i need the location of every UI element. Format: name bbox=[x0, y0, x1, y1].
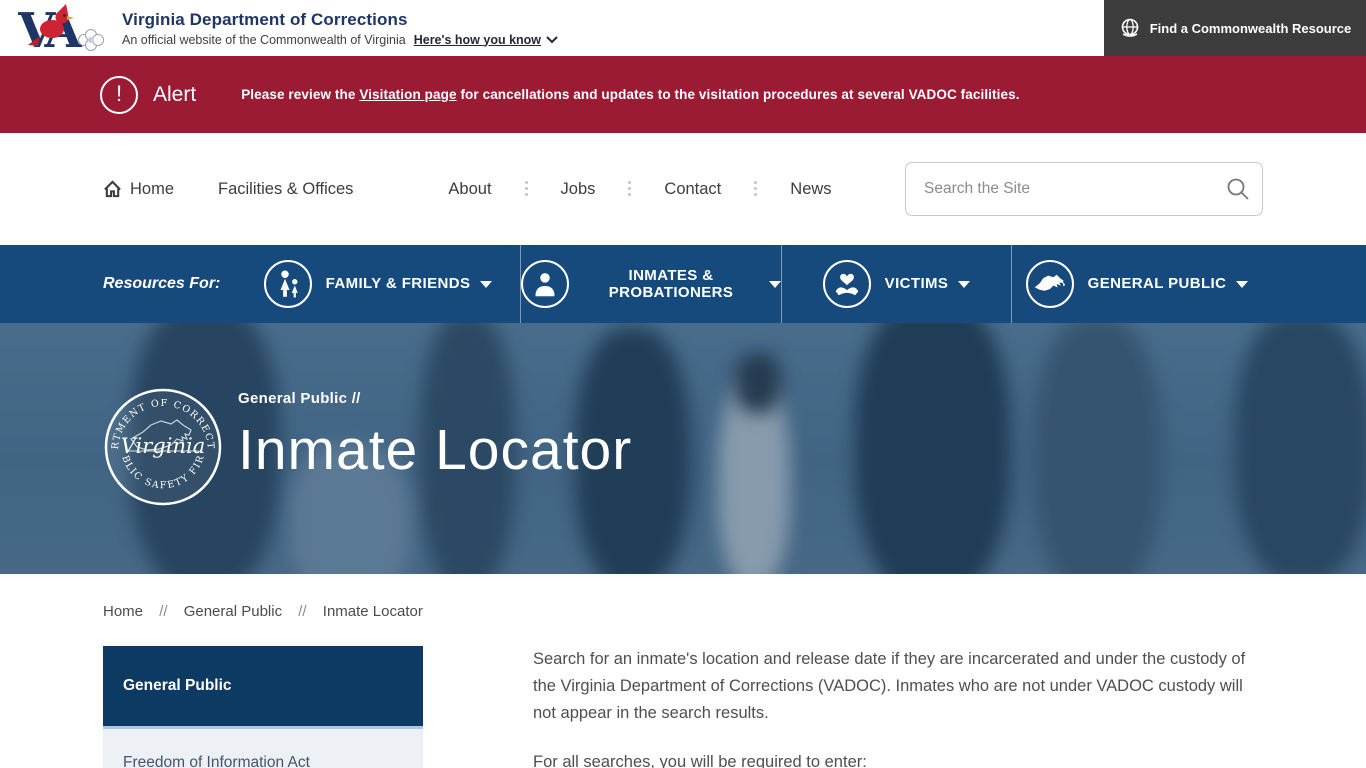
sidebar-item-general-public[interactable]: General Public bbox=[103, 646, 423, 729]
seal-middle-text: Virginia bbox=[121, 434, 205, 458]
resources-family-friends-label: FAMILY & FRIENDS bbox=[326, 275, 471, 292]
breadcrumb-separator: // bbox=[159, 603, 167, 620]
breadcrumb-general-public[interactable]: General Public bbox=[184, 603, 282, 620]
globe-icon bbox=[1119, 17, 1141, 39]
sidebar-list: Freedom of Information Act bbox=[103, 729, 423, 768]
resources-for-bar: Resources For: FAMILY & FRIENDS INMATES … bbox=[0, 245, 1366, 323]
nav-about[interactable]: About bbox=[448, 180, 491, 199]
nav-news[interactable]: News bbox=[790, 180, 831, 199]
alert-icon: ! bbox=[100, 76, 138, 114]
resource-button-label: Find a Commonwealth Resource bbox=[1150, 21, 1352, 36]
nav-contact[interactable]: Contact bbox=[664, 180, 721, 199]
main-column: Search for an inmate's location and rele… bbox=[533, 646, 1257, 768]
sidebar-item-foia[interactable]: Freedom of Information Act bbox=[123, 754, 403, 768]
alert-label: Alert bbox=[153, 83, 196, 107]
chevron-down-icon bbox=[480, 281, 492, 288]
breadcrumb-home[interactable]: Home bbox=[103, 603, 143, 620]
visitation-page-link[interactable]: Visitation page bbox=[359, 87, 456, 102]
site-search bbox=[905, 162, 1263, 216]
family-icon bbox=[264, 260, 312, 308]
find-commonwealth-resource-button[interactable]: Find a Commonwealth Resource bbox=[1104, 0, 1366, 56]
resources-for-label: Resources For: bbox=[0, 245, 236, 323]
sidebar: General Public Freedom of Information Ac… bbox=[103, 646, 423, 768]
resources-inmates-probationers[interactable]: INMATES & PROBATIONERS bbox=[520, 245, 782, 323]
page-title: Inmate Locator bbox=[238, 417, 632, 483]
nav-divider-dots bbox=[628, 181, 631, 184]
breadcrumb-separator: // bbox=[298, 603, 306, 620]
nav-home[interactable]: Home bbox=[103, 180, 174, 199]
va-logo-icon: VA bbox=[18, 2, 106, 54]
resources-general-public[interactable]: GENERAL PUBLIC bbox=[1012, 245, 1262, 323]
resources-general-public-label: GENERAL PUBLIC bbox=[1088, 275, 1227, 292]
hero-banner: DEPARTMENT OF CORRECTIONS PUBLIC SAFETY … bbox=[0, 323, 1366, 574]
nav-divider-dots bbox=[754, 181, 757, 184]
intro-paragraph: Search for an inmate's location and rele… bbox=[533, 646, 1257, 727]
official-website-text: An official website of the Commonwealth … bbox=[122, 33, 406, 47]
breadcrumb: Home // General Public // Inmate Locator bbox=[0, 574, 1366, 620]
hands-heart-icon bbox=[823, 260, 871, 308]
resources-victims-label: VICTIMS bbox=[885, 275, 949, 292]
chevron-down-icon bbox=[1236, 281, 1248, 288]
virginia-state-icon bbox=[1026, 260, 1074, 308]
person-icon bbox=[521, 260, 569, 308]
nav-jobs[interactable]: Jobs bbox=[561, 180, 596, 199]
main-navigation: Home Facilities & Offices About Jobs Con… bbox=[0, 133, 1366, 245]
nav-home-label: Home bbox=[130, 180, 174, 199]
alert-banner: ! Alert Please review the Visitation pag… bbox=[0, 56, 1366, 133]
chevron-down-icon[interactable] bbox=[546, 36, 558, 44]
search-icon[interactable] bbox=[1225, 176, 1251, 202]
hero-eyebrow[interactable]: General Public // bbox=[238, 390, 632, 407]
resources-family-friends[interactable]: FAMILY & FRIENDS bbox=[236, 245, 520, 323]
search-input[interactable] bbox=[905, 162, 1263, 216]
search-requirements-intro: For all searches, you will be required t… bbox=[533, 749, 1257, 768]
page-content: General Public Freedom of Information Ac… bbox=[0, 620, 1366, 768]
site-title: Virginia Department of Corrections bbox=[122, 10, 558, 30]
vadoc-seal: DEPARTMENT OF CORRECTIONS PUBLIC SAFETY … bbox=[103, 387, 223, 507]
chevron-down-icon bbox=[958, 281, 970, 288]
resources-victims[interactable]: VICTIMS bbox=[782, 245, 1012, 323]
alert-message: Please review the Visitation page for ca… bbox=[241, 87, 1019, 102]
home-icon bbox=[103, 180, 122, 198]
chevron-down-icon bbox=[769, 281, 781, 288]
nav-divider-dots bbox=[525, 181, 528, 184]
nav-facilities-offices[interactable]: Facilities & Offices bbox=[218, 180, 353, 199]
heres-how-you-know-link[interactable]: Here's how you know bbox=[414, 33, 541, 47]
resources-inmates-probationers-label: INMATES & PROBATIONERS bbox=[583, 267, 759, 302]
site-header: VA Virginia Department of Corrections An… bbox=[0, 0, 1366, 56]
breadcrumb-inmate-locator: Inmate Locator bbox=[323, 603, 423, 620]
vadoc-logo[interactable]: VA bbox=[18, 2, 106, 54]
